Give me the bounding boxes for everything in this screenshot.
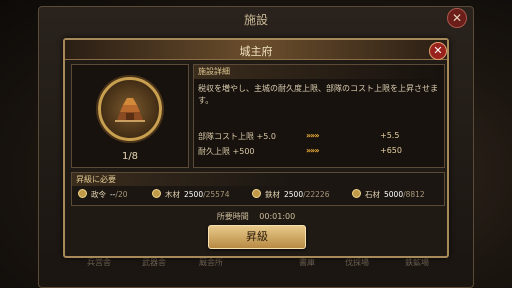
requirement-name: 木材 [165, 190, 180, 199]
facility-tab-3[interactable]: 書庫 [299, 257, 315, 268]
stat-new-value: +650 [380, 146, 402, 155]
requirement-decree: 政令 --/20 [78, 189, 128, 201]
dialog-close-button[interactable]: ✕ [429, 42, 447, 60]
requirement-need: /8812 [403, 190, 425, 199]
building-ring [98, 77, 162, 141]
stat-row-cost: 部隊コスト上限 +5.0 »»» +5.5 [198, 131, 442, 143]
requirement-iron: 鉄材 2500/22226 [252, 189, 329, 201]
outer-close-button[interactable]: ✕ [447, 8, 467, 28]
facility-tab-0[interactable]: 兵営舎 [87, 257, 111, 268]
requirement-name: 石材 [365, 190, 380, 199]
stat-row-durability: 耐久上限 +500 »»» +650 [198, 146, 442, 158]
requirements-title: 昇級に必要 [76, 175, 116, 184]
requirements-panel: 昇級に必要 政令 --/20 木材 2500/25574 鉄材 2500/22226 … [71, 172, 445, 206]
detail-header: 施設詳細 [194, 65, 444, 79]
time-row: 所要時間 00:01:00 [65, 211, 447, 222]
arrow-icon: »»» [306, 131, 319, 140]
iron-icon [252, 189, 261, 198]
time-value: 00:01:00 [259, 212, 296, 221]
requirement-have: 2500 [284, 190, 304, 199]
dialog-header: 城主府 [65, 40, 447, 60]
requirement-have: 5000 [384, 190, 404, 199]
dialog-title: 城主府 [239, 45, 273, 58]
stat-name: 部隊コスト上限 +5.0 [198, 132, 276, 141]
requirement-name: 政令 [91, 190, 106, 199]
stat-name: 耐久上限 +500 [198, 147, 255, 156]
castle-icon [115, 98, 145, 122]
detail-panel: 施設詳細 税収を増やし、主城の耐久度上限、部隊のコスト上限を上昇させます。 部隊… [193, 64, 445, 168]
time-label: 所要時間 [216, 212, 249, 221]
requirements-header: 昇級に必要 [72, 173, 444, 186]
detail-description: 税収を増やし、主城の耐久度上限、部隊のコスト上限を上昇させます。 [198, 84, 438, 105]
facility-tab-4[interactable]: 伐採場 [345, 257, 369, 268]
requirement-need: /20 [115, 190, 128, 199]
detail-label: 施設詳細 [198, 67, 230, 76]
requirement-have: 2500 [184, 190, 204, 199]
arrow-icon: »»» [306, 146, 319, 155]
facility-tab-1[interactable]: 武器舎 [142, 257, 166, 268]
facility-title: 施設 [243, 13, 268, 27]
requirement-need: /25574 [203, 190, 230, 199]
requirement-stone: 石材 5000/8812 [352, 189, 425, 201]
requirement-need: /22226 [303, 190, 330, 199]
decree-icon [78, 189, 87, 198]
building-portrait: 1/8 [71, 64, 189, 168]
stone-icon [352, 189, 361, 198]
building-dialog: 城主府 ✕ 1/8 施設詳細 税収を増やし、主城の耐久度上限、部隊のコスト上限を… [63, 38, 449, 258]
requirement-wood: 木材 2500/25574 [152, 189, 229, 201]
requirement-name: 鉄材 [265, 190, 280, 199]
stat-new-value: +5.5 [380, 131, 400, 140]
facility-tab-2[interactable]: 厩舎所 [199, 257, 223, 268]
upgrade-button[interactable]: 昇級 [208, 225, 306, 249]
wood-icon [152, 189, 161, 198]
facility-tab-5[interactable]: 鉄鉱場 [405, 257, 429, 268]
building-level: 1/8 [121, 151, 139, 162]
